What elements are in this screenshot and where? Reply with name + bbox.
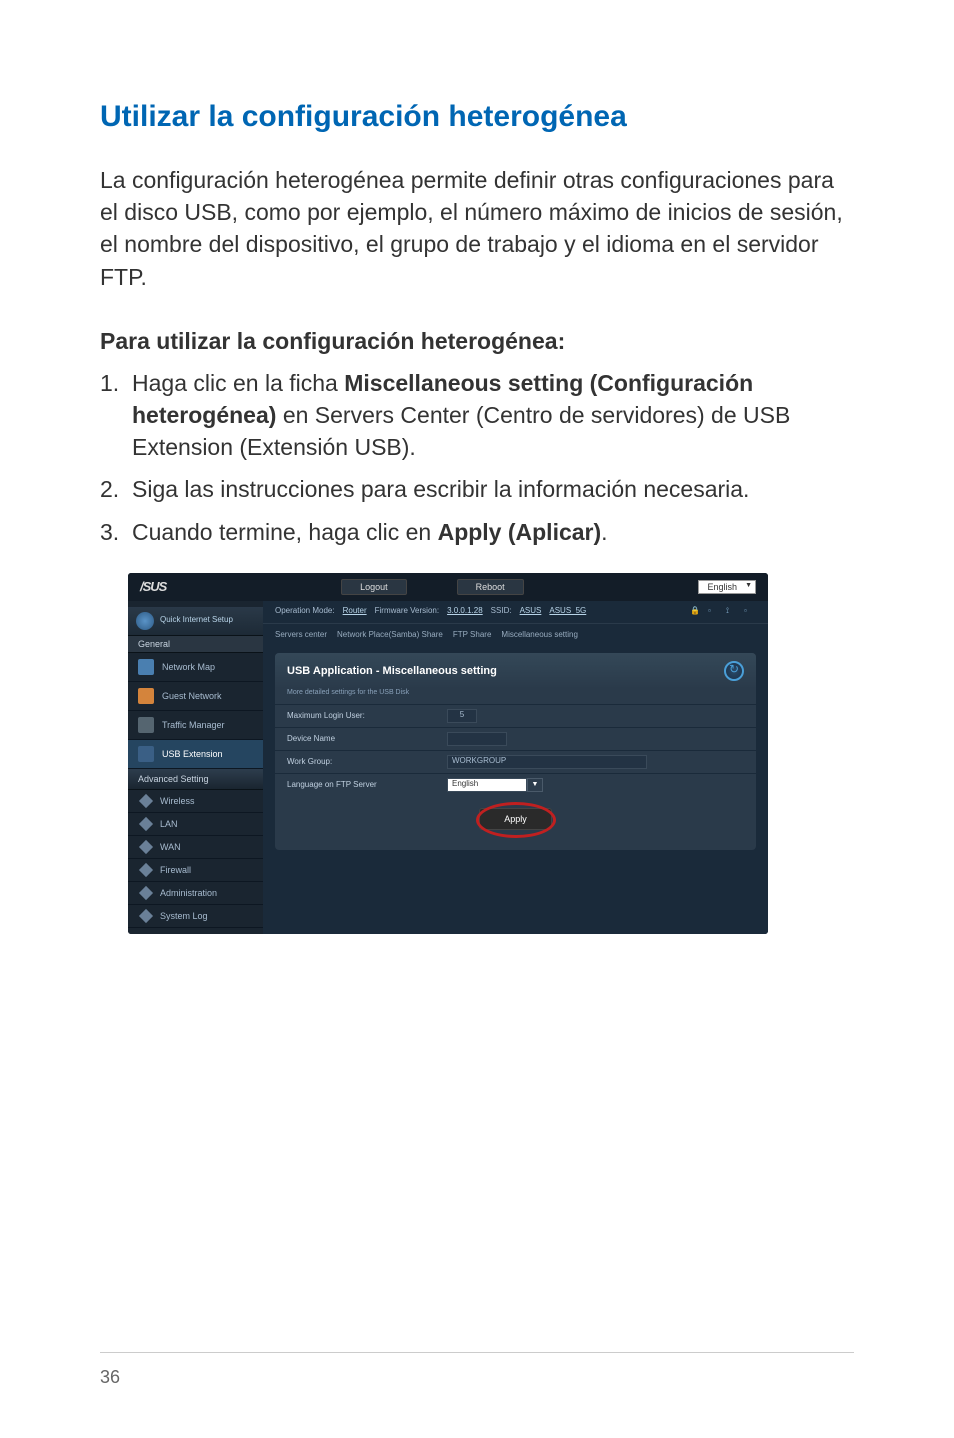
wrench-icon <box>140 841 152 853</box>
step-text: . <box>601 519 607 545</box>
sidebar-item-lan[interactable]: LAN <box>128 813 263 836</box>
chevron-down-icon[interactable]: ▼ <box>527 778 543 792</box>
tab-ftp-share[interactable]: FTP Share <box>453 628 492 641</box>
step-text: Siga las instrucciones para escribir la … <box>132 476 749 502</box>
step-bold: Apply (Aplicar) <box>438 519 602 545</box>
printer-icon: ▫ <box>744 606 756 618</box>
sidebar-item-firewall[interactable]: Firewall <box>128 859 263 882</box>
panel-header: USB Application - Miscellaneous setting <box>275 653 756 689</box>
label-max-login: Maximum Login User: <box>287 711 447 720</box>
asus-logo: /SUS <box>140 579 166 594</box>
status-icons: 🔒 ▫ ⟟ ▫ <box>690 606 756 618</box>
language-select[interactable]: English <box>698 580 756 594</box>
apply-wrap: Apply <box>275 796 756 850</box>
ssid-5g-link[interactable]: ASUS_5G <box>549 606 586 618</box>
quick-setup-label: Quick Internet Setup <box>160 616 233 625</box>
ss-main: Operation Mode: Router Firmware Version:… <box>263 601 768 934</box>
sidebar-item-administration[interactable]: Administration <box>128 882 263 905</box>
sidebar-item-network-map[interactable]: Network Map <box>128 653 263 682</box>
input-device-name[interactable] <box>447 732 507 746</box>
tab-bar: Servers center Network Place(Samba) Shar… <box>263 624 768 645</box>
fw-link[interactable]: 3.0.0.1.28 <box>447 606 483 618</box>
traffic-manager-icon <box>138 717 154 733</box>
sidebar-item-label: Wireless <box>160 796 195 806</box>
page-number: 36 <box>100 1367 120 1388</box>
sidebar-item-guest-network[interactable]: Guest Network <box>128 682 263 711</box>
label-device-name: Device Name <box>287 734 447 743</box>
op-mode-link[interactable]: Router <box>343 606 367 618</box>
sidebar-item-label: USB Extension <box>162 749 223 759</box>
sidebar-item-wan[interactable]: WAN <box>128 836 263 859</box>
wrench-icon <box>140 864 152 876</box>
sidebar-item-wireless[interactable]: Wireless <box>128 790 263 813</box>
step-item: Haga clic en la ficha Miscellaneous sett… <box>100 367 854 464</box>
sidebar-item-label: Traffic Manager <box>162 720 225 730</box>
wrench-icon <box>140 910 152 922</box>
tab-servers-center[interactable]: Servers center <box>275 628 327 641</box>
advanced-section-label: Advanced Setting <box>128 769 263 790</box>
row-max-login: Maximum Login User: 5 <box>275 704 756 727</box>
info-bar: Operation Mode: Router Firmware Version:… <box>263 601 768 624</box>
quick-setup-button[interactable]: Quick Internet Setup <box>128 607 263 636</box>
step-item: Siga las instrucciones para escribir la … <box>100 473 854 505</box>
refresh-icon[interactable] <box>724 661 744 681</box>
settings-panel: USB Application - Miscellaneous setting … <box>275 653 756 850</box>
step-text: Haga clic en la ficha <box>132 370 344 396</box>
op-mode-label: Operation Mode: <box>275 606 335 618</box>
ssid-link[interactable]: ASUS <box>520 606 542 618</box>
sidebar-item-label: Firewall <box>160 865 191 875</box>
row-work-group: Work Group: WORKGROUP <box>275 750 756 773</box>
ss-header-buttons: Logout Reboot <box>166 579 698 595</box>
sidebar-item-system-log[interactable]: System Log <box>128 905 263 928</box>
footer-line <box>100 1352 854 1353</box>
section-title: Utilizar la configuración heterogénea <box>100 100 854 134</box>
ssid-label: SSID: <box>491 606 512 618</box>
sidebar-item-label: LAN <box>160 819 178 829</box>
router-screenshot: /SUS Logout Reboot English Quick Interne… <box>128 573 768 934</box>
wrench-icon <box>140 795 152 807</box>
row-device-name: Device Name <box>275 727 756 750</box>
select-ftp-language[interactable]: English <box>447 778 527 792</box>
ss-header: /SUS Logout Reboot English <box>128 573 768 601</box>
panel-title: USB Application - Miscellaneous setting <box>287 665 497 677</box>
sidebar-item-label: Guest Network <box>162 691 222 701</box>
sidebar-item-label: Administration <box>160 888 217 898</box>
step-text: Cuando termine, haga clic en <box>132 519 438 545</box>
highlight-circle <box>476 802 556 838</box>
usb-extension-icon <box>138 746 154 762</box>
guest-network-icon <box>138 688 154 704</box>
ss-body: Quick Internet Setup General Network Map… <box>128 601 768 934</box>
globe-icon <box>136 612 154 630</box>
sidebar-item-usb-extension[interactable]: USB Extension <box>128 740 263 769</box>
device-icon: ▫ <box>708 606 720 618</box>
ss-sidebar: Quick Internet Setup General Network Map… <box>128 601 263 934</box>
sidebar-item-label: Network Map <box>162 662 215 672</box>
lock-icon: 🔒 <box>690 606 702 618</box>
wrench-icon <box>140 818 152 830</box>
tab-samba-share[interactable]: Network Place(Samba) Share <box>337 628 443 641</box>
intro-paragraph: La configuración heterogénea permite def… <box>100 164 854 293</box>
label-work-group: Work Group: <box>287 757 447 766</box>
usb-icon: ⟟ <box>726 606 738 618</box>
fw-label: Firmware Version: <box>375 606 439 618</box>
row-ftp-language: Language on FTP Server English ▼ <box>275 773 756 796</box>
sidebar-item-label: System Log <box>160 911 208 921</box>
input-work-group[interactable]: WORKGROUP <box>447 755 647 769</box>
wrench-icon <box>140 887 152 899</box>
tab-misc-setting[interactable]: Miscellaneous setting <box>501 628 577 641</box>
sidebar-item-label: WAN <box>160 842 181 852</box>
network-map-icon <box>138 659 154 675</box>
sidebar-item-traffic-manager[interactable]: Traffic Manager <box>128 711 263 740</box>
label-ftp-language: Language on FTP Server <box>287 780 447 789</box>
reboot-button[interactable]: Reboot <box>457 579 524 595</box>
subsection-title: Para utilizar la configuración heterogén… <box>100 328 854 355</box>
panel-subtitle: More detailed settings for the USB Disk <box>275 689 756 704</box>
logout-button[interactable]: Logout <box>341 579 407 595</box>
step-item: Cuando termine, haga clic en Apply (Apli… <box>100 516 854 548</box>
step-list: Haga clic en la ficha Miscellaneous sett… <box>100 367 854 548</box>
general-section-label: General <box>128 636 263 653</box>
input-max-login[interactable]: 5 <box>447 709 477 723</box>
